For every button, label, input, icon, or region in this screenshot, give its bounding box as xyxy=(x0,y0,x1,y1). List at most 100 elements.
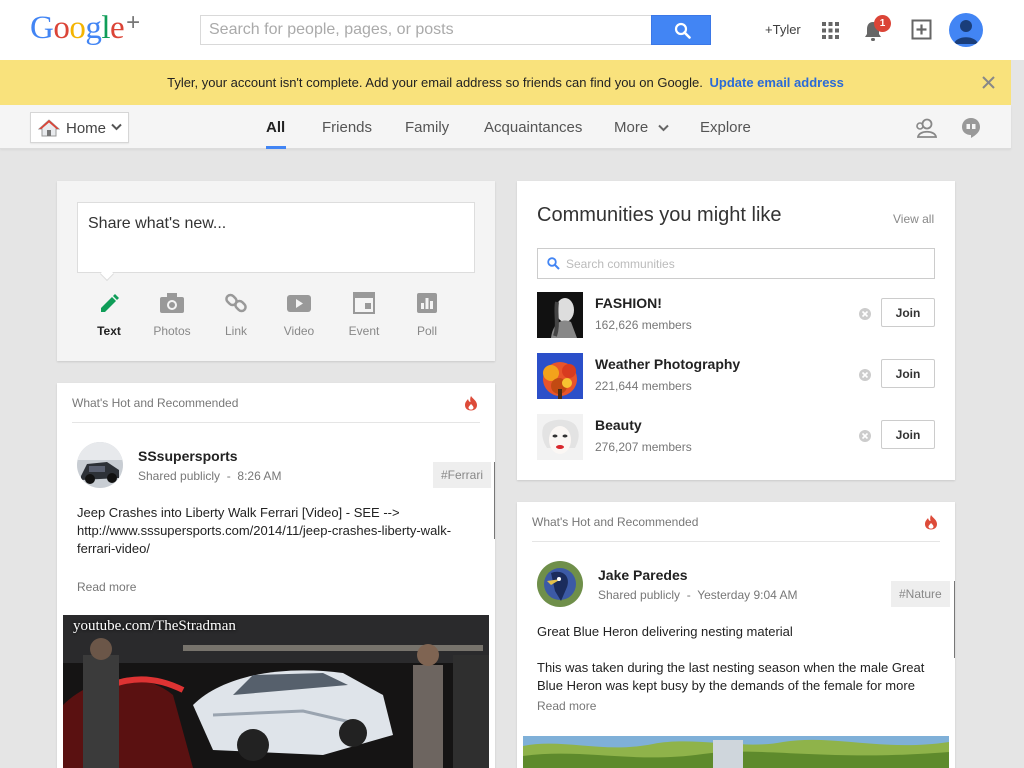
tab-family[interactable]: Family xyxy=(405,119,449,136)
share-video-button[interactable]: Video xyxy=(269,291,329,338)
community-item[interactable]: FASHION! 162,626 members Join xyxy=(537,292,937,340)
post-section-label: What's Hot and Recommended xyxy=(72,396,239,410)
profile-link[interactable]: +Tyler xyxy=(765,22,801,37)
tab-more[interactable]: More xyxy=(614,119,670,136)
hashtag-chip[interactable]: #Ferrari xyxy=(433,462,492,488)
read-more-link[interactable]: Read more xyxy=(537,699,596,713)
video-thumbnail[interactable]: youtube.com/TheStradman xyxy=(63,615,489,768)
user-avatar[interactable] xyxy=(949,13,983,47)
dismiss-icon[interactable] xyxy=(858,307,872,321)
beauty-thumbnail xyxy=(537,414,583,460)
dismiss-icon[interactable] xyxy=(858,368,872,382)
post-time[interactable]: 8:26 AM xyxy=(237,469,281,483)
view-all-link[interactable]: View all xyxy=(893,212,934,226)
post-card: What's Hot and Recommended Jake Paredes … xyxy=(517,502,955,768)
notification-badge: 1 xyxy=(874,15,891,32)
read-more-link[interactable]: Read more xyxy=(77,580,136,594)
poll-chart-icon xyxy=(417,293,437,313)
home-icon xyxy=(38,119,60,137)
community-item[interactable]: Weather Photography 221,644 members Join xyxy=(537,353,937,401)
share-box: Share what's new... Text Photos Link Vid… xyxy=(57,181,495,361)
share-poll-label: Poll xyxy=(416,324,437,338)
post-image[interactable] xyxy=(523,736,949,768)
join-button[interactable]: Join xyxy=(881,298,935,327)
search-input[interactable] xyxy=(200,15,652,45)
stream-nav-bar: Home All Friends Family Acquaintances Mo… xyxy=(0,105,1011,149)
account-incomplete-notice: Tyler, your account isn't complete. Add … xyxy=(0,60,1011,105)
apps-grid-icon[interactable] xyxy=(822,22,839,39)
author-avatar[interactable] xyxy=(77,442,123,488)
top-bar: Google+ +Tyler 1 xyxy=(0,0,1024,60)
fire-icon xyxy=(925,515,937,530)
video-watermark: youtube.com/TheStradman xyxy=(73,618,236,634)
post-body: Jeep Crashes into Liberty Walk Ferrari [… xyxy=(77,505,452,556)
share-video-label: Video xyxy=(283,324,315,338)
scrollbar[interactable] xyxy=(954,581,955,658)
dismiss-icon[interactable] xyxy=(858,429,872,443)
hangouts-icon[interactable] xyxy=(961,117,981,139)
post-section-label: What's Hot and Recommended xyxy=(532,515,699,529)
google-plus-logo[interactable]: Google+ xyxy=(30,9,140,47)
post-body: This was taken during the last nesting s… xyxy=(537,660,925,693)
share-poll-button[interactable]: Poll xyxy=(397,291,457,338)
close-icon[interactable] xyxy=(981,75,996,90)
scrollbar[interactable] xyxy=(494,462,495,539)
post-time[interactable]: Yesterday 9:04 AM xyxy=(697,588,797,602)
author-name[interactable]: Jake Paredes xyxy=(598,567,688,583)
community-name[interactable]: Weather Photography xyxy=(595,356,740,372)
fashion-thumbnail xyxy=(537,292,583,338)
community-members: 276,207 members xyxy=(595,440,692,454)
chevron-down-icon xyxy=(111,123,122,131)
people-icon[interactable] xyxy=(915,117,937,139)
join-button[interactable]: Join xyxy=(881,359,935,388)
author-avatar[interactable] xyxy=(537,561,583,607)
update-email-link[interactable]: Update email address xyxy=(710,75,844,90)
share-link-button[interactable]: Link xyxy=(206,291,266,338)
calendar-icon xyxy=(353,292,375,314)
share-event-button[interactable]: Event xyxy=(334,291,394,338)
share-box-icon[interactable] xyxy=(911,19,932,40)
tab-all[interactable]: All xyxy=(266,119,285,136)
home-dropdown[interactable]: Home xyxy=(30,112,129,143)
search-communities-placeholder: Search communities xyxy=(566,257,675,271)
tab-friends[interactable]: Friends xyxy=(322,119,372,136)
search-button[interactable] xyxy=(651,15,711,45)
fire-icon xyxy=(465,396,477,411)
post-meta: Shared publicly - Yesterday 9:04 AM xyxy=(598,588,798,602)
share-link-label: Link xyxy=(224,324,247,338)
share-photos-button[interactable]: Photos xyxy=(142,291,202,338)
active-tab-indicator xyxy=(266,146,286,149)
share-event-label: Event xyxy=(348,324,380,338)
community-name[interactable]: FASHION! xyxy=(595,295,662,311)
post-visibility[interactable]: Shared publicly xyxy=(598,588,680,602)
hashtag-chip[interactable]: #Nature xyxy=(891,581,950,607)
search-communities-input[interactable]: Search communities xyxy=(537,248,935,279)
community-members: 221,644 members xyxy=(595,379,692,393)
communities-card: Communities you might like View all Sear… xyxy=(517,181,955,480)
pencil-icon xyxy=(101,294,119,312)
weather-photography-thumbnail xyxy=(537,353,583,399)
community-members: 162,626 members xyxy=(595,318,692,332)
author-name[interactable]: SSsupersports xyxy=(138,448,238,464)
video-play-icon xyxy=(287,295,311,312)
divider xyxy=(72,422,480,423)
join-button[interactable]: Join xyxy=(881,420,935,449)
share-text-label: Text xyxy=(97,324,121,338)
tab-acquaintances[interactable]: Acquaintances xyxy=(484,119,582,136)
communities-title: Communities you might like xyxy=(537,204,782,226)
tab-more-label: More xyxy=(614,119,649,136)
community-item[interactable]: Beauty 276,207 members Join xyxy=(537,414,937,462)
person-icon xyxy=(954,20,978,44)
post-visibility[interactable]: Shared publicly xyxy=(138,469,220,483)
chevron-down-icon xyxy=(658,124,670,132)
share-input[interactable]: Share what's new... xyxy=(77,202,475,273)
heron-photo-image xyxy=(523,736,949,768)
home-label: Home xyxy=(66,120,107,137)
share-text-button[interactable]: Text xyxy=(79,291,139,338)
community-name[interactable]: Beauty xyxy=(595,417,642,433)
notice-message: Tyler, your account isn't complete. Add … xyxy=(167,75,703,90)
post-meta: Shared publicly - 8:26 AM xyxy=(138,469,282,483)
search-icon xyxy=(547,257,560,270)
tab-explore[interactable]: Explore xyxy=(700,119,751,136)
search-icon xyxy=(674,22,691,39)
